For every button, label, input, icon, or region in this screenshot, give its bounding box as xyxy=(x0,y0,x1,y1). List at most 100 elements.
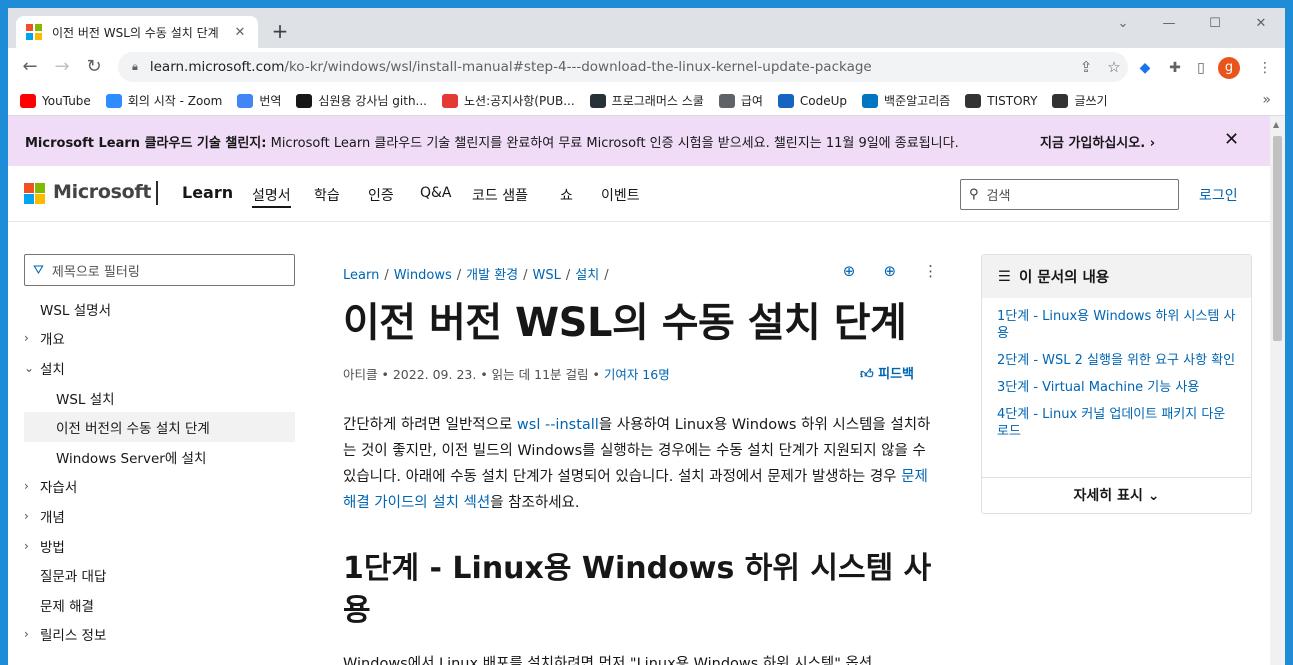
bookmark-item[interactable]: CodeUp xyxy=(777,93,847,108)
toc-item[interactable]: WSL 설명서 xyxy=(24,294,295,324)
minimize-icon[interactable]: — xyxy=(1146,12,1192,36)
bookmark-item[interactable]: 번역 xyxy=(237,92,281,109)
bookmark-item[interactable]: 프로그래머스 스쿨 xyxy=(589,92,704,109)
breadcrumb-separator: / xyxy=(384,268,389,283)
toc-filter-input[interactable]: ⛛ 제목으로 필터링 xyxy=(24,254,295,286)
show-more-button[interactable]: 자세히 표시 ⌄ xyxy=(982,477,1251,514)
chevron-right-icon[interactable]: › xyxy=(24,627,40,641)
breadcrumb-link[interactable]: 설치 xyxy=(575,268,599,283)
bookmark-label: 번역 xyxy=(259,94,282,108)
tab-title: 이전 버전 WSL의 수동 설치 단계 xyxy=(52,25,219,40)
bookmark-label: 회의 시작 - Zoom xyxy=(127,94,223,108)
breadcrumb-link[interactable]: WSL xyxy=(533,268,561,283)
signin-link[interactable]: 로그인 xyxy=(1199,185,1238,205)
in-this-article-link[interactable]: 3단계 - Virtual Machine 기능 사용 xyxy=(997,379,1237,396)
profile-avatar[interactable]: g xyxy=(1218,57,1240,79)
address-bar[interactable]: 🔒︎ learn.microsoft.com/ko-kr/windows/wsl… xyxy=(118,52,1128,82)
banner-signup-link[interactable]: 지금 가입하십시오. › xyxy=(1040,132,1155,151)
bookmarks-overflow-icon[interactable]: » xyxy=(1262,92,1271,108)
nav-qna[interactable]: Q&A xyxy=(420,185,452,201)
chevron-right-icon[interactable]: › xyxy=(24,331,40,345)
microsoft-logo-icon[interactable] xyxy=(24,183,45,204)
bookmark-item[interactable]: 글쓰기 xyxy=(1052,92,1108,109)
maximize-icon[interactable]: ☐ xyxy=(1192,12,1238,36)
bookmark-star-icon[interactable]: ☆ xyxy=(1100,58,1128,76)
page-viewport: Microsoft Learn 클라우드 기술 챌린지: Microsoft L… xyxy=(8,116,1270,665)
extension-icon[interactable]: ◆ xyxy=(1134,57,1156,79)
wsl-install-link[interactable]: wsl --install xyxy=(517,417,599,433)
breadcrumb-link[interactable]: Learn xyxy=(343,268,379,283)
banner-body: Microsoft Learn 클라우드 기술 챌린지를 완료하여 무료 Mic… xyxy=(266,135,959,151)
toc-item-label: Windows Server에 설치 xyxy=(56,450,207,467)
breadcrumb-link[interactable]: 개발 환경 xyxy=(466,268,518,283)
banner-close-icon[interactable]: ✕ xyxy=(1224,129,1239,150)
toc-item[interactable]: Windows Server에 설치 xyxy=(24,442,295,472)
active-tab[interactable]: 이전 버전 WSL의 수동 설치 단계 ✕ xyxy=(16,16,258,48)
toc-item-label: 방법 xyxy=(40,539,65,556)
chevron-down-icon[interactable]: ⌄ xyxy=(24,361,40,375)
nav-training[interactable]: 학습 xyxy=(314,185,340,205)
intro-text-a: 간단하게 하려면 일반적으로 xyxy=(343,417,517,433)
code-icon xyxy=(862,93,879,108)
share-icon[interactable]: ⇪ xyxy=(1072,58,1100,76)
chevron-right-icon[interactable]: › xyxy=(24,509,40,523)
scroll-thumb[interactable] xyxy=(1273,136,1282,341)
feedback-button[interactable]: 👍︎ 피드백 xyxy=(860,363,914,382)
toc-item[interactable]: › 개요 xyxy=(24,324,295,354)
nav-docs[interactable]: 설명서 xyxy=(252,185,291,208)
tab-search-chevron-icon[interactable]: ⌄ xyxy=(1100,12,1146,36)
chevron-right-icon[interactable]: › xyxy=(24,479,40,493)
toc-item[interactable]: 문제 해결 xyxy=(24,590,295,620)
bookmark-item[interactable]: 노션:공지사항(PUB... xyxy=(442,92,575,109)
youtube-icon xyxy=(20,93,36,108)
search-input[interactable]: ⚲ 검색 xyxy=(960,179,1179,210)
microsoft-wordmark[interactable]: Microsoft xyxy=(53,181,151,203)
more-options-icon[interactable]: ⋮ xyxy=(913,262,949,280)
in-this-article-link[interactable]: 1단계 - Linux용 Windows 하위 시스템 사용 xyxy=(997,308,1237,342)
banner-text: Microsoft Learn 클라우드 기술 챌린지: Microsoft L… xyxy=(25,132,959,151)
toc-item[interactable]: ⌄ 설치 xyxy=(24,353,295,383)
toc-item[interactable]: 이전 버전의 수동 설치 단계 xyxy=(24,412,295,442)
toc-item[interactable]: › 방법 xyxy=(24,531,295,561)
language-globe-icon[interactable]: ⊕ xyxy=(831,262,867,280)
bookmark-item[interactable]: TISTORY xyxy=(965,93,1037,108)
nav-code-samples[interactable]: 코드 샘플 xyxy=(472,185,528,205)
toc-item[interactable]: 질문과 대답 xyxy=(24,560,295,590)
header-divider xyxy=(156,181,158,205)
nav-certification[interactable]: 인증 xyxy=(368,185,394,205)
add-collection-icon[interactable]: ⊕ xyxy=(872,262,908,280)
side-panel-icon[interactable]: ▯ xyxy=(1190,57,1212,79)
in-this-article-link[interactable]: 4단계 - Linux 커널 업데이트 패키지 다운로드 xyxy=(997,406,1237,440)
toc-item-label: 이전 버전의 수동 설치 단계 xyxy=(56,421,210,438)
bookmark-item[interactable]: 백준알고리즘 xyxy=(862,92,950,109)
toc-item[interactable]: › 자습서 xyxy=(24,472,295,502)
in-this-article-link[interactable]: 2단계 - WSL 2 실행을 위한 요구 사항 확인 xyxy=(997,352,1237,369)
reload-icon[interactable]: ↻ xyxy=(82,55,106,79)
bookmark-item[interactable]: 급여 xyxy=(718,92,763,109)
menu-kebab-icon[interactable]: ⋮ xyxy=(1254,57,1276,79)
lock-icon[interactable]: 🔒︎ xyxy=(132,60,138,74)
toc-item[interactable]: WSL 설치 xyxy=(24,383,295,413)
nav-events[interactable]: 이벤트 xyxy=(601,185,640,205)
window-close-icon[interactable]: ✕ xyxy=(1238,12,1284,36)
toc-item[interactable]: › 개념 xyxy=(24,501,295,531)
bookmark-item[interactable]: 회의 시작 - Zoom xyxy=(105,92,223,109)
toc-item[interactable]: › 릴리스 정보 xyxy=(24,620,295,650)
forward-icon[interactable]: → xyxy=(50,55,74,79)
nav-shows[interactable]: 쇼 xyxy=(560,185,573,205)
page-scrollbar[interactable]: ▲ xyxy=(1270,116,1285,665)
breadcrumb-link[interactable]: Windows xyxy=(394,268,452,283)
bookmark-label: YouTube xyxy=(42,93,91,108)
puzzle-icon[interactable]: ✚ xyxy=(1164,57,1186,79)
translate-icon xyxy=(237,93,254,108)
contributors-link[interactable]: 기여자 16명 xyxy=(604,367,670,382)
scroll-up-icon[interactable]: ▲ xyxy=(1273,120,1279,129)
bookmark-item[interactable]: YouTube xyxy=(20,93,91,108)
chevron-right-icon[interactable]: › xyxy=(24,539,40,553)
back-icon[interactable]: ← xyxy=(18,55,42,79)
learn-home-link[interactable]: Learn xyxy=(182,183,233,202)
new-tab-icon[interactable]: + xyxy=(268,19,292,43)
bookmark-item[interactable]: 심원용 강사님 gith... xyxy=(296,92,427,109)
url-text[interactable]: learn.microsoft.com/ko-kr/windows/wsl/in… xyxy=(150,59,1072,75)
tab-close-icon[interactable]: ✕ xyxy=(232,25,248,40)
